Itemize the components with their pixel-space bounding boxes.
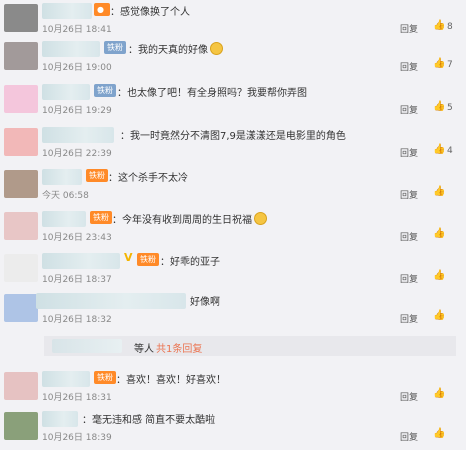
comment-item: 铁粉 ：喜欢！喜欢！好喜欢！ 10月26日 18:31 回复 👍 [0,368,466,410]
avatar[interactable] [4,412,38,440]
comment-time: 10月26日 19:29 [42,106,112,116]
thumb-up-icon: 👍 [433,270,446,281]
like-count: 4 [447,146,453,156]
like-count: 5 [447,103,453,113]
comment-time: 10月26日 18:31 [42,393,112,403]
username[interactable] [42,84,90,100]
thumb-up-icon: 👍 [433,310,446,321]
thumb-up-icon: 👍 [433,228,446,239]
thumb-up-icon: 👍 [433,388,446,399]
comment-item: 铁粉 ：这个杀手不太冷 今天 06:58 回复 👍 [0,166,466,208]
like-button[interactable]: 👍 8 [433,20,457,34]
comment-time: 10月26日 23:43 [42,233,112,243]
comment-item: V 铁粉 ：好乖的亚子 10月26日 18:37 回复 👍 [0,250,466,292]
thumb-up-icon: 👍 [433,101,446,112]
thumb-up-icon: 👍 [433,20,446,31]
avatar[interactable] [4,294,38,322]
username[interactable] [42,411,78,427]
thumb-up-icon: 👍 [433,186,446,197]
like-button[interactable]: 👍 [433,270,457,284]
fan-badge: 铁粉 [86,169,108,182]
reply-button[interactable]: 回复 [400,103,418,116]
comment-item: 好像啊 10月26日 18:32 回复 👍 [0,290,466,332]
fan-badge: 铁粉 [90,211,112,224]
comment-item: ：毫无违和感 简直不要太酷啦 10月26日 18:39 回复 👍 [0,408,466,450]
comment-time: 10月26日 18:32 [42,315,112,325]
reply-button[interactable]: 回复 [400,188,418,201]
thumb-up-icon: 👍 [433,58,446,69]
avatar[interactable] [4,128,38,156]
comment-time: 10月26日 19:00 [42,63,112,73]
username[interactable] [42,253,120,269]
like-button[interactable]: 👍 [433,228,457,242]
avatar[interactable] [4,212,38,240]
thumb-up-icon: 👍 [433,428,446,439]
avatar[interactable] [4,4,38,32]
comment-item: ● ：感觉像换了个人 10月26日 18:41 回复 👍 8 [0,0,466,42]
emoji-icon [254,212,267,225]
folded-replies-bar: 等人 共1条回复 [44,336,456,356]
like-button[interactable]: 👍 7 [433,58,457,72]
like-count: 8 [447,22,453,32]
comment-text: 好像啊 [190,297,220,308]
reply-button[interactable]: 回复 [400,60,418,73]
comment-text: ：感觉像换了个人 [110,7,190,18]
comment-text: ：这个杀手不太冷 [108,173,188,184]
username[interactable] [42,127,114,143]
view-replies-link[interactable]: 共1条回复 [156,340,202,355]
comment-time: 10月26日 18:41 [42,25,112,35]
comment-time: 10月26日 18:37 [42,275,112,285]
comment-text: ：好乖的亚子 [160,257,220,268]
reply-user-blur [52,339,122,353]
reply-button[interactable]: 回复 [400,146,418,159]
username[interactable] [36,293,186,309]
comment-item: 铁粉 ：今年没有收到周周的生日祝福 10月26日 23:43 回复 👍 [0,208,466,250]
reply-button[interactable]: 回复 [400,22,418,35]
like-button[interactable]: 👍 [433,428,457,442]
comment-text: ：毫无违和感 简直不要太酷啦 [82,415,216,426]
emoji-icon [210,42,223,55]
like-button[interactable]: 👍 [433,310,457,324]
username[interactable] [42,41,100,57]
thumb-up-icon: 👍 [433,144,446,155]
reply-button[interactable]: 回复 [400,390,418,403]
like-button[interactable]: 👍 4 [433,144,457,158]
avatar[interactable] [4,170,38,198]
fan-badge: ● [94,3,110,16]
comment-text: ：也太像了吧！有全身照吗？我要帮你弄图 [117,88,307,99]
comment-text: ：喜欢！喜欢！好喜欢！ [116,375,226,386]
fan-badge: 铁粉 [137,253,159,266]
comment-item: 铁粉 ：也太像了吧！有全身照吗？我要帮你弄图 10月26日 19:29 回复 👍… [0,81,466,123]
reply-button[interactable]: 回复 [400,312,418,325]
comment-time: 10月26日 22:39 [42,149,112,159]
comment-text: ：我的天真的好像 [128,41,223,56]
like-button[interactable]: 👍 [433,186,457,200]
fan-badge: 铁粉 [94,371,116,384]
reply-button[interactable]: 回复 [400,230,418,243]
reply-button[interactable]: 回复 [400,272,418,285]
comment-text: ：今年没有收到周周的生日祝福 [112,211,267,226]
fan-badge: 铁粉 [104,41,126,54]
like-button[interactable]: 👍 5 [433,101,457,115]
like-button[interactable]: 👍 [433,388,457,402]
username[interactable] [42,3,92,19]
comment-item: ：我一时竟然分不清图7,9是漾漾还是电影里的角色 10月26日 22:39 回复… [0,124,466,166]
fold-text: 等人 [134,344,154,355]
comment-time: 10月26日 18:39 [42,433,112,443]
comment-item: 铁粉 ：我的天真的好像 10月26日 19:00 回复 👍 7 [0,38,466,80]
vip-icon: V [124,251,133,264]
username[interactable] [42,169,82,185]
comment-text: ：我一时竟然分不清图7,9是漾漾还是电影里的角色 [120,131,346,142]
avatar[interactable] [4,372,38,400]
fan-badge: 铁粉 [94,84,116,97]
avatar[interactable] [4,42,38,70]
username[interactable] [42,211,86,227]
like-count: 7 [447,60,453,70]
username[interactable] [42,371,90,387]
avatar[interactable] [4,254,38,282]
reply-button[interactable]: 回复 [400,430,418,443]
avatar[interactable] [4,85,38,113]
comment-time: 今天 06:58 [42,191,89,201]
